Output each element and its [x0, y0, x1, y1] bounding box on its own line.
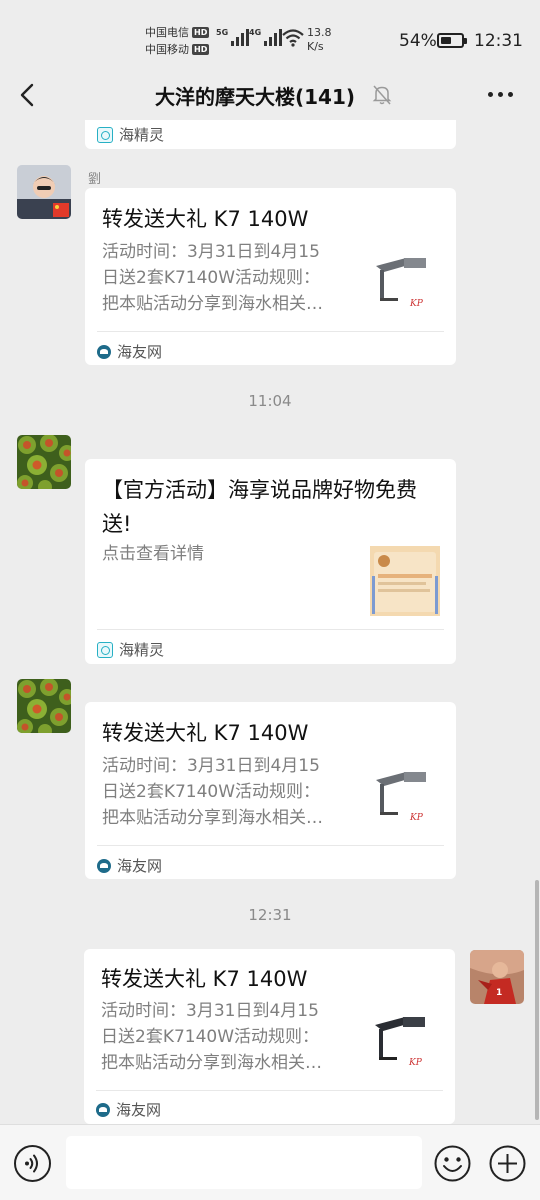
card-divider	[97, 629, 444, 630]
haiyouwang-logo-icon	[97, 344, 111, 359]
network-type-1: 5G	[216, 28, 229, 37]
message-card[interactable]: 转发送大礼 K7 140W 活动时间：3月31日到4月15 日送2套K7140W…	[84, 949, 455, 1124]
card-title: 转发送大礼 K7 140W	[101, 967, 308, 991]
emoji-icon[interactable]	[434, 1145, 471, 1182]
svg-text:1: 1	[496, 988, 502, 998]
status-time: 12:31	[474, 31, 523, 51]
product-thumbnail: KP	[370, 762, 440, 832]
speed-unit: K/s	[307, 40, 324, 53]
sender-name: 劉	[88, 172, 102, 187]
card-description: 活动时间：3月31日到4月15 日送2套K7140W活动规则： 把本贴活动分享到…	[101, 1001, 322, 1073]
svg-text:KP: KP	[408, 1058, 423, 1068]
status-bar: 中国电信 HD 中国移动 HD 5G 4G 13.8 K/s 54% 12:31	[0, 0, 540, 70]
card-divider	[97, 331, 444, 332]
hd-badge: HD	[192, 44, 210, 55]
battery-icon	[437, 33, 467, 48]
chat-title: 大洋的摩天大楼(141)	[154, 85, 356, 109]
speed-value: 13.8	[307, 26, 332, 39]
message-card[interactable]: 转发送大礼 K7 140W 活动时间：3月31日到4月15 日送2套K7140W…	[85, 702, 456, 879]
avatar[interactable]	[17, 165, 71, 219]
haiyouwang-logo-icon	[97, 858, 111, 873]
article-thumbnail	[370, 546, 440, 616]
scrollbar[interactable]	[535, 880, 539, 1120]
message-input[interactable]	[66, 1136, 422, 1189]
card-description: 点击查看详情	[102, 544, 204, 564]
product-thumbnail: KP	[369, 1007, 439, 1077]
card-source-name: 海精灵	[119, 641, 165, 659]
card-source: 海精灵	[97, 124, 164, 145]
message-card[interactable]: 【官方活动】海享说品牌好物免费送! 点击查看详情 海精灵	[85, 459, 456, 664]
message-card[interactable]: 转发送大礼 K7 140W 活动时间：3月31日到4月15 日送2套K7140W…	[85, 188, 456, 365]
my-avatar[interactable]: 1	[470, 950, 524, 1004]
message-card[interactable]: 海精灵	[85, 120, 456, 149]
message-list[interactable]: 海精灵 劉 转发送大礼 K7 140W 活动时间：3月31日到4月15 日送2套…	[0, 120, 540, 1124]
carrier-2: 中国移动	[145, 43, 189, 56]
card-source: 海友网	[97, 341, 162, 362]
card-divider	[96, 1090, 443, 1091]
avatar[interactable]	[17, 435, 71, 489]
voice-icon	[25, 1154, 38, 1173]
haijingling-logo-icon	[97, 126, 113, 143]
product-thumbnail: KP	[370, 248, 440, 318]
card-source: 海精灵	[97, 639, 164, 660]
voice-button[interactable]	[14, 1145, 51, 1182]
bell-muted-icon	[372, 85, 392, 105]
card-source-name: 海精灵	[119, 126, 165, 144]
card-description: 活动时间：3月31日到4月15 日送2套K7140W活动规则： 把本贴活动分享到…	[102, 756, 323, 828]
card-source-name: 海友网	[117, 343, 163, 361]
more-dots-icon[interactable]	[488, 92, 513, 97]
svg-text:KP: KP	[409, 813, 424, 823]
card-source-name: 海友网	[117, 857, 163, 875]
input-bar	[0, 1124, 540, 1200]
battery-percent: 54%	[399, 31, 437, 51]
svg-text:KP: KP	[409, 299, 424, 309]
card-title: 转发送大礼 K7 140W	[102, 721, 309, 745]
card-title: 转发送大礼 K7 140W	[102, 207, 309, 231]
card-title: 【官方活动】海享说品牌好物免费送!	[102, 478, 417, 536]
card-source-name: 海友网	[116, 1101, 162, 1119]
haiyouwang-logo-icon	[96, 1102, 110, 1117]
time-divider: 11:04	[248, 392, 292, 410]
carrier-info: 中国电信 HD 中国移动 HD	[145, 24, 210, 58]
chat-header: 大洋的摩天大楼(141)	[0, 70, 540, 120]
card-source: 海友网	[96, 1099, 161, 1120]
card-description: 活动时间：3月31日到4月15 日送2套K7140W活动规则： 把本贴活动分享到…	[102, 242, 323, 314]
signal-5g-icon: 5G	[216, 28, 250, 46]
avatar[interactable]	[17, 679, 71, 733]
plus-icon[interactable]	[489, 1145, 526, 1182]
card-divider	[97, 845, 444, 846]
signal-4g-icon: 4G	[249, 28, 283, 46]
hd-badge: HD	[192, 27, 210, 38]
wifi-icon	[282, 29, 304, 47]
haijingling-logo-icon	[97, 641, 113, 658]
network-speed: 13.8 K/s	[307, 26, 332, 54]
carrier-1: 中国电信	[145, 26, 189, 39]
card-source: 海友网	[97, 855, 162, 876]
network-type-2: 4G	[249, 28, 262, 37]
time-divider: 12:31	[248, 906, 292, 924]
